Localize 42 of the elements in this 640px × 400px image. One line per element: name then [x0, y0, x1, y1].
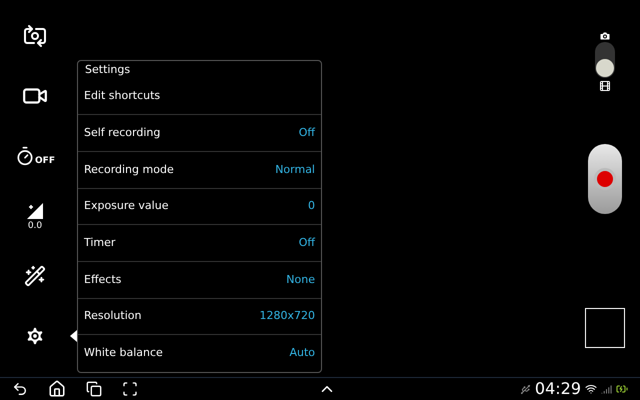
setting-label: Effects [84, 272, 122, 288]
setting-label: Exposure value [84, 198, 168, 214]
battery-icon [616, 383, 628, 395]
exposure-value: 0.0 [28, 222, 42, 230]
setting-value: None [286, 272, 315, 288]
setting-label: Recording mode [84, 162, 174, 178]
clock: 04:29 [534, 378, 581, 400]
home-icon[interactable] [48, 380, 66, 398]
switch-thumb[interactable] [596, 59, 614, 77]
signal-icon [601, 384, 612, 394]
settings-row[interactable]: Edit shortcuts [78, 78, 321, 116]
setting-value: Normal [275, 162, 315, 178]
mode-switch[interactable] [595, 42, 615, 78]
settings-row[interactable]: Resolution 1280x720 [78, 298, 321, 336]
setting-label: White balance [84, 345, 163, 362]
setting-value: Off [298, 234, 315, 251]
effects-wand-icon[interactable] [24, 265, 46, 287]
camera-icon[interactable] [599, 30, 611, 42]
settings-row[interactable]: Exposure value 0 [78, 188, 321, 226]
setting-value: Off [298, 125, 315, 142]
switch-camera-icon[interactable] [23, 24, 47, 48]
panel-title: Settings [84, 62, 132, 78]
settings-row[interactable]: Timer Off [78, 225, 321, 262]
setting-label: Edit shortcuts [84, 88, 160, 104]
setting-value: 0 [308, 198, 315, 214]
thumbnail-frame[interactable] [585, 308, 625, 348]
timer-icon[interactable] [15, 146, 36, 166]
settings-row[interactable]: Recording mode Normal [78, 152, 321, 189]
setting-label: Resolution [84, 308, 142, 324]
timer-label: OFF [35, 157, 55, 166]
setting-label: Timer [84, 234, 116, 251]
usb-icon [520, 384, 531, 394]
settings-row[interactable]: Self recording Off [78, 115, 321, 152]
setting-label: Self recording [84, 125, 160, 142]
record-button[interactable] [588, 144, 622, 214]
settings-row[interactable]: White balance Auto [78, 335, 321, 372]
back-icon[interactable] [12, 381, 28, 397]
settings-row[interactable]: Effects None [78, 262, 321, 299]
setting-value: 1280x720 [260, 308, 315, 324]
setting-value: Auto [289, 345, 315, 362]
recent-apps-icon[interactable] [86, 381, 102, 397]
screenshot-icon[interactable] [122, 381, 138, 397]
